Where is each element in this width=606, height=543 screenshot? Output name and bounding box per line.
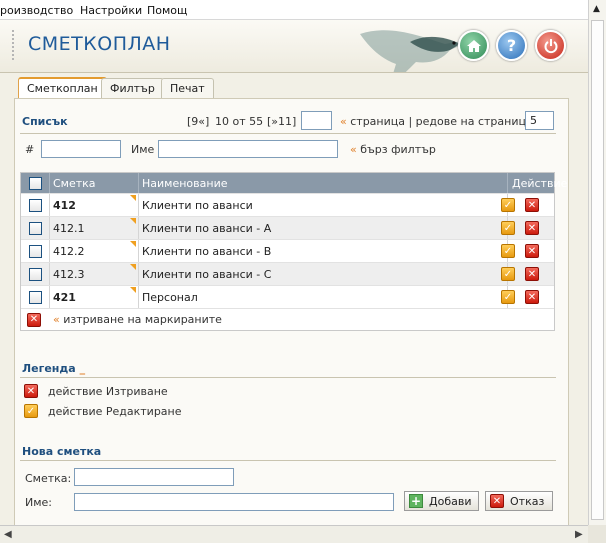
divider (20, 377, 556, 378)
column-account[interactable]: Сметка (53, 173, 96, 193)
edit-icon[interactable]: ✓ (501, 267, 515, 281)
table-header: Сметка Наименование Действие (21, 173, 567, 193)
select-all-cell (29, 173, 42, 193)
tab-chart-of-accounts[interactable]: Сметкоплан (18, 77, 107, 99)
header-divider (12, 30, 14, 60)
notes-flag-icon (130, 241, 136, 247)
row-checkbox[interactable] (29, 267, 42, 281)
legend-title: Легенда _ (22, 362, 86, 375)
table-row: 412 Клиенти по аванси ✓ ✕ (21, 193, 554, 216)
edit-icon[interactable]: ✓ (501, 244, 515, 258)
name-filter-input[interactable] (158, 140, 338, 158)
scroll-up-icon[interactable]: ▲ (593, 4, 600, 14)
delete-icon[interactable]: ✕ (525, 221, 539, 235)
rows-per-page-input[interactable]: 5 (525, 111, 554, 130)
add-button[interactable]: + Добави (404, 491, 479, 511)
menu-bar: роизводство Настройки Помощ (0, 0, 588, 20)
name-cell: Клиенти по аванси (142, 198, 253, 212)
name-cell: Клиенти по аванси - A (142, 221, 272, 235)
legend-delete-label: действие Изтриване (48, 385, 168, 398)
table-row: 412.2 Клиенти по аванси - B ✓ ✕ (21, 239, 554, 262)
edit-icon[interactable]: ✓ (501, 198, 515, 212)
scroll-left-icon[interactable]: ◀ (4, 529, 12, 540)
name-cell: Персонал (142, 290, 198, 304)
hash-label: # (25, 143, 35, 156)
vertical-scrollbar[interactable]: ▲ (588, 0, 606, 525)
cancel-icon: ✕ (490, 494, 504, 508)
account-cell: 421 (53, 290, 76, 304)
name-filter-label: Име (131, 143, 155, 156)
scroll-right-icon[interactable]: ▶ (575, 529, 583, 540)
page-input[interactable] (301, 111, 332, 130)
delete-icon[interactable]: ✕ (525, 198, 539, 212)
new-account-label: Сметка: (25, 472, 72, 485)
name-cell: Клиенти по аванси - C (142, 267, 272, 281)
app-header: СМЕТКОПЛАН ? (0, 20, 588, 73)
account-cell: 412.3 (53, 267, 85, 281)
divider (20, 133, 556, 134)
notes-flag-icon (130, 264, 136, 270)
help-icon: ? (506, 36, 517, 55)
plus-icon: + (409, 494, 423, 508)
delete-icon[interactable]: ✕ (525, 267, 539, 281)
scroll-corner (588, 525, 606, 543)
legend-edit-label: действие Редактиране (48, 405, 182, 418)
delete-marked-row: ✕ « изтриване на маркираните (21, 308, 554, 330)
notes-flag-icon (130, 287, 136, 293)
tab-print[interactable]: Печат (161, 78, 214, 98)
account-cell: 412 (53, 198, 76, 212)
table-row: 412.1 Клиенти по аванси - A ✓ ✕ (21, 216, 554, 239)
first-page-link[interactable]: [9«] (187, 115, 209, 128)
edit-icon[interactable]: ✓ (501, 221, 515, 235)
row-checkbox[interactable] (29, 290, 42, 304)
row-checkbox[interactable] (29, 221, 42, 235)
row-checkbox[interactable] (29, 244, 42, 258)
home-icon (466, 39, 481, 52)
list-title: Списък (22, 115, 68, 128)
account-cell: 412.1 (53, 221, 85, 235)
accounts-table: Сметка Наименование Действие 412 Клиенти … (20, 172, 567, 331)
name-cell: Клиенти по аванси - B (142, 244, 272, 258)
select-all-checkbox[interactable] (29, 176, 42, 190)
new-account-input[interactable] (74, 468, 234, 486)
menu-item-settings[interactable]: Настройки (80, 4, 142, 17)
account-cell: 412.2 (53, 244, 85, 258)
menu-item-production[interactable]: роизводство (0, 4, 73, 17)
power-icon (544, 38, 557, 53)
tab-filter[interactable]: Филтър (101, 78, 164, 98)
page-range: 10 от 55 (215, 115, 264, 128)
home-button[interactable] (458, 30, 489, 61)
table-row: 421 Персонал ✓ ✕ (21, 285, 554, 308)
new-name-input[interactable] (74, 493, 394, 511)
notes-flag-icon (130, 195, 136, 201)
delete-icon[interactable]: ✕ (525, 244, 539, 258)
delete-icon[interactable]: ✕ (525, 290, 539, 304)
scroll-thumb[interactable] (591, 20, 604, 520)
last-page-link[interactable]: [»11] (267, 115, 296, 128)
account-filter-input[interactable] (41, 140, 121, 158)
delete-icon: ✕ (24, 384, 38, 398)
column-name[interactable]: Наименование (142, 173, 227, 193)
new-account-title: Нова сметка (22, 445, 102, 458)
menu-item-help[interactable]: Помощ (147, 4, 187, 17)
page-hint: « страница | редове на страница » (340, 115, 543, 128)
cancel-button[interactable]: ✕ Отказ (485, 491, 553, 511)
horizontal-scrollbar[interactable]: ◀ ▶ (0, 525, 588, 543)
edit-icon[interactable]: ✓ (501, 290, 515, 304)
power-button[interactable] (535, 30, 566, 61)
column-action: Действие (512, 176, 568, 190)
delete-marked-link[interactable]: « изтриване на маркираните (53, 309, 222, 330)
new-name-label: Име: (25, 496, 53, 509)
edit-icon: ✓ (24, 404, 38, 418)
help-button[interactable]: ? (496, 30, 527, 61)
page-title: СМЕТКОПЛАН (28, 33, 171, 55)
quick-filter-link[interactable]: « бърз филтър (350, 143, 436, 156)
row-checkbox[interactable] (29, 198, 42, 212)
notes-flag-icon (130, 218, 136, 224)
divider (20, 460, 556, 461)
table-row: 412.3 Клиенти по аванси - C ✓ ✕ (21, 262, 554, 285)
delete-marked-icon[interactable]: ✕ (27, 312, 41, 327)
